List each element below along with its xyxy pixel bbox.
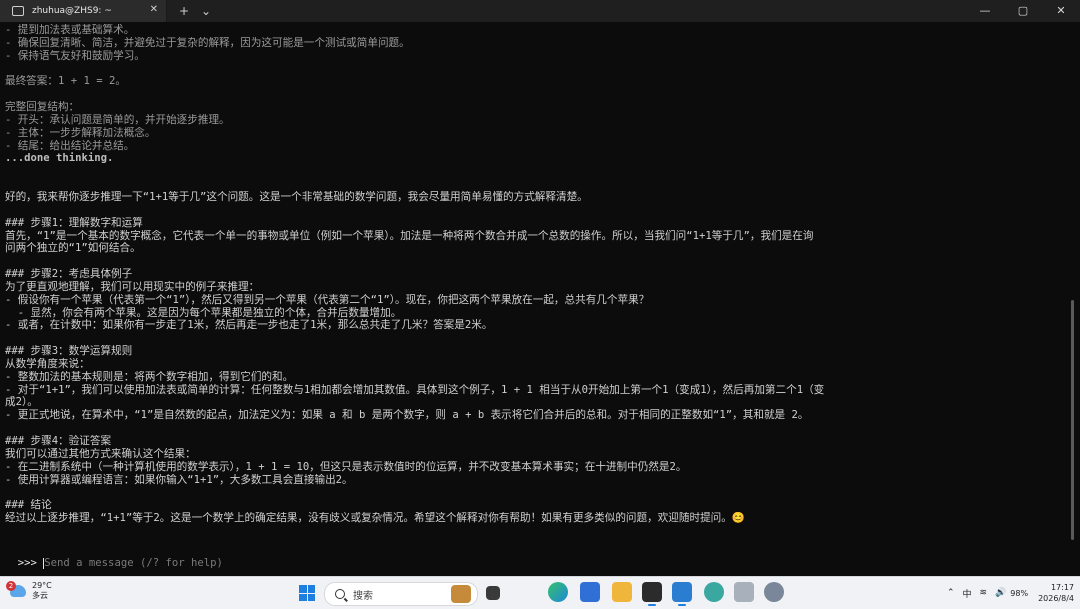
message-input[interactable]: Send a message (/? for help) <box>44 557 223 569</box>
date: 2026/8/4 <box>1038 594 1074 603</box>
terminal-line: 首先，“1”是一个基本的数字概念，它代表一个单一的事物或单位（例如一个苹果）。加… <box>5 229 814 242</box>
cloud-icon: 2 <box>6 581 26 597</box>
tab-close-icon[interactable]: ✕ <box>150 4 158 15</box>
wifi-icon[interactable]: ≋ <box>980 588 988 598</box>
terminal-line: - 保持语气友好和鼓励学习。 <box>5 49 145 62</box>
terminal-line: 完整回复结构： <box>5 101 80 114</box>
window-controls: — ▢ ✕ <box>966 0 1080 22</box>
terminal-line: ### 步骤2：考虑具体例子 <box>5 268 133 281</box>
tab-title: zhuhua@ZHS9: ~ <box>32 6 112 16</box>
notification-badge: 2 <box>6 581 16 591</box>
terminal-line: ### 步骤4：验证答案 <box>5 435 112 447</box>
ime-indicator[interactable]: 中 <box>963 587 972 600</box>
terminal-line: ### 结论 <box>5 499 52 512</box>
terminal-line: ### 步骤1：理解数字和运算 <box>5 216 143 229</box>
terminal-scrollbar[interactable] <box>1071 300 1074 540</box>
terminal-line: 成2）。 <box>5 396 38 409</box>
task-view-icon[interactable] <box>486 586 500 600</box>
vscode-icon[interactable] <box>672 582 692 606</box>
terminal-line: - 主体：一步步解释加法概念。 <box>5 126 156 139</box>
taskbar-search[interactable]: 搜索 <box>324 582 478 606</box>
terminal-line: - 更正式地说，在算术中，“1”是自然数的起点，加法定义为：如果 a 和 b 是… <box>5 409 809 422</box>
clock[interactable]: 17:17 2026/8/4 <box>1038 582 1074 604</box>
terminal-line: ### 步骤3：数学运算规则 <box>5 345 133 358</box>
title-bar: zhuhua@ZHS9: ~ ✕ + ⌄ — ▢ ✕ <box>0 0 1080 22</box>
tray-overflow-icon[interactable]: ⌃ <box>947 588 955 598</box>
temperature: 29°C <box>32 581 52 590</box>
terminal-output[interactable]: - 提到加法表或基础算术。 - 确保回复清晰、简洁，并避免过于复杂的解释，因为这可… <box>5 24 1065 572</box>
terminal-line: 从数学角度来说： <box>5 357 90 370</box>
terminal-line: - 整数加法的基本规则是：将两个数字相加，得到它们的和。 <box>5 370 294 383</box>
new-tab-button[interactable]: + <box>173 4 195 18</box>
terminal-line: 最终答案：1 + 1 = 2。 <box>5 75 126 88</box>
taskbar: 2 29°C 多云 搜索 ⌃ 中 ≋ 🔊 98% 17:17 2026/8/4 <box>0 576 1080 609</box>
terminal-line: - 假设你有一个苹果（代表第一个“1”），然后又得到另一个苹果（代表第二个“1”… <box>5 293 650 306</box>
terminal-line: 好的，我来帮你逐步推理一下“1+1等于几”这个问题。这是一个非常基础的数学问题，… <box>5 190 588 203</box>
prompt-symbol: >>> <box>17 557 44 569</box>
terminal-line: - 在二进制系统中（一种计算机使用的数学表示），1 + 1 = 10，但这只是表… <box>5 460 687 473</box>
terminal-line: - 开头：承认问题是简单的，并开始逐步推理。 <box>5 113 230 126</box>
terminal-line: - 提到加法表或基础算术。 <box>5 24 135 36</box>
search-placeholder: 搜索 <box>353 590 373 602</box>
app-tool-icon[interactable] <box>734 582 754 602</box>
start-button[interactable] <box>299 585 315 601</box>
terminal-tab[interactable]: zhuhua@ZHS9: ~ ✕ <box>0 0 167 22</box>
weather-condition: 多云 <box>32 591 48 600</box>
volume-icon[interactable]: 🔊 <box>995 588 1006 598</box>
terminal-line: 我们可以通过其他方式来确认这个结果： <box>5 447 196 460</box>
system-tray: ⌃ 中 ≋ 🔊 98% 17:17 2026/8/4 <box>943 580 1074 606</box>
terminal-line: - 显然，你会有两个苹果。这是因为每个苹果都是独立的个体，合并后数量增加。 <box>5 306 402 319</box>
terminal-line: - 确保回复清晰、简洁，并避免过于复杂的解释，因为这可能是一个测试或简单问题。 <box>5 36 410 49</box>
tab-dropdown-icon[interactable]: ⌄ <box>195 4 217 18</box>
terminal-line: 经过以上逐步推理，“1+1”等于2。这是一个数学上的确定结果，没有歧义或复杂情况… <box>5 512 746 525</box>
app-globe-icon[interactable] <box>704 582 724 602</box>
settings-gear-icon[interactable] <box>764 582 784 602</box>
prompt-line[interactable]: >>> Send a message (/? for help) <box>5 544 223 570</box>
terminal-app-icon[interactable] <box>642 582 662 606</box>
file-explorer-icon[interactable] <box>612 582 632 602</box>
minimize-button[interactable]: — <box>966 0 1004 22</box>
search-highlight-icon <box>451 585 471 603</box>
maximize-button[interactable]: ▢ <box>1004 0 1042 22</box>
edge-browser-icon[interactable] <box>548 582 568 602</box>
close-button[interactable]: ✕ <box>1042 0 1080 22</box>
terminal-line: 问两个独立的“1”如何结合。 <box>5 242 141 255</box>
terminal-line: - 结尾：给出结论并总结。 <box>5 139 135 152</box>
terminal-line: - 或者，在计数中：如果你有一步走了1米，然后再走一步也走了1米，那么总共走了几… <box>5 319 493 332</box>
battery-level[interactable]: 98% <box>1010 589 1028 598</box>
terminal-line: - 对于“1+1”，我们可以使用加法表或简单的计算：任何整数与1相加都会增加其数… <box>5 383 825 396</box>
store-icon[interactable] <box>580 582 600 602</box>
terminal-line: - 使用计算器或编程语言：如果你输入“1+1”，大多数工具会直接输出2。 <box>5 473 353 486</box>
time: 17:17 <box>1050 583 1074 592</box>
terminal-line: ...done thinking. <box>5 152 114 165</box>
weather-widget[interactable]: 2 29°C 多云 <box>6 581 52 601</box>
terminal-icon <box>12 6 24 16</box>
terminal-line: 为了更直观地理解，我们可以用现实中的例子来推理： <box>5 280 260 293</box>
search-icon <box>335 589 345 599</box>
